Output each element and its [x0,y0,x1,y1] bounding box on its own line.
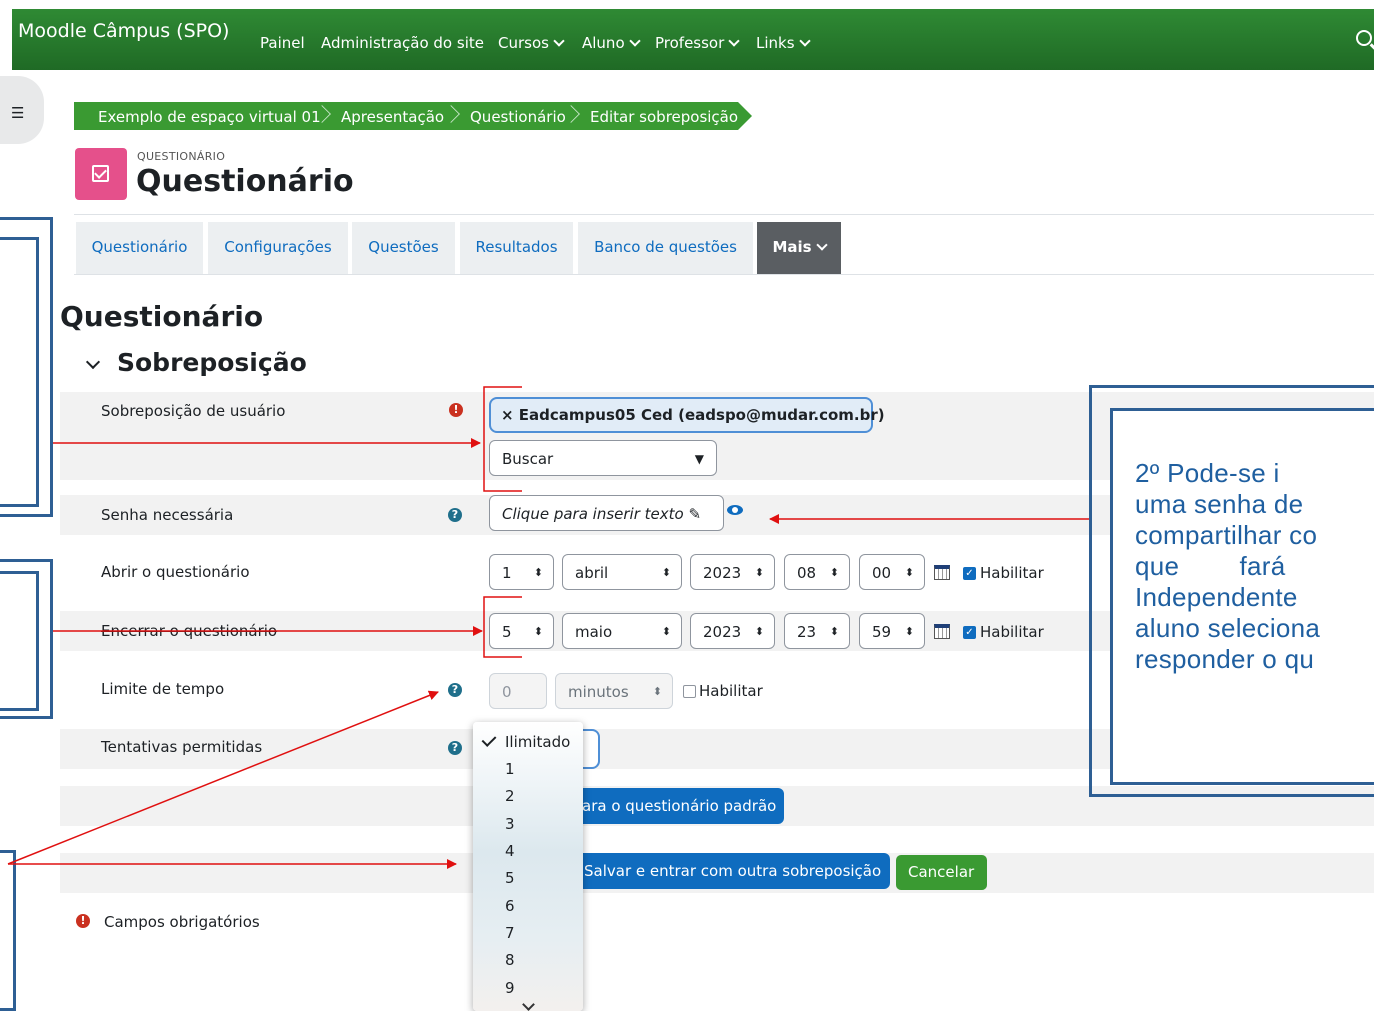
red-bracket [483,596,522,658]
red-bracket [483,386,522,492]
annotation-arrows [7,386,1089,869]
red-arrow [7,690,439,865]
